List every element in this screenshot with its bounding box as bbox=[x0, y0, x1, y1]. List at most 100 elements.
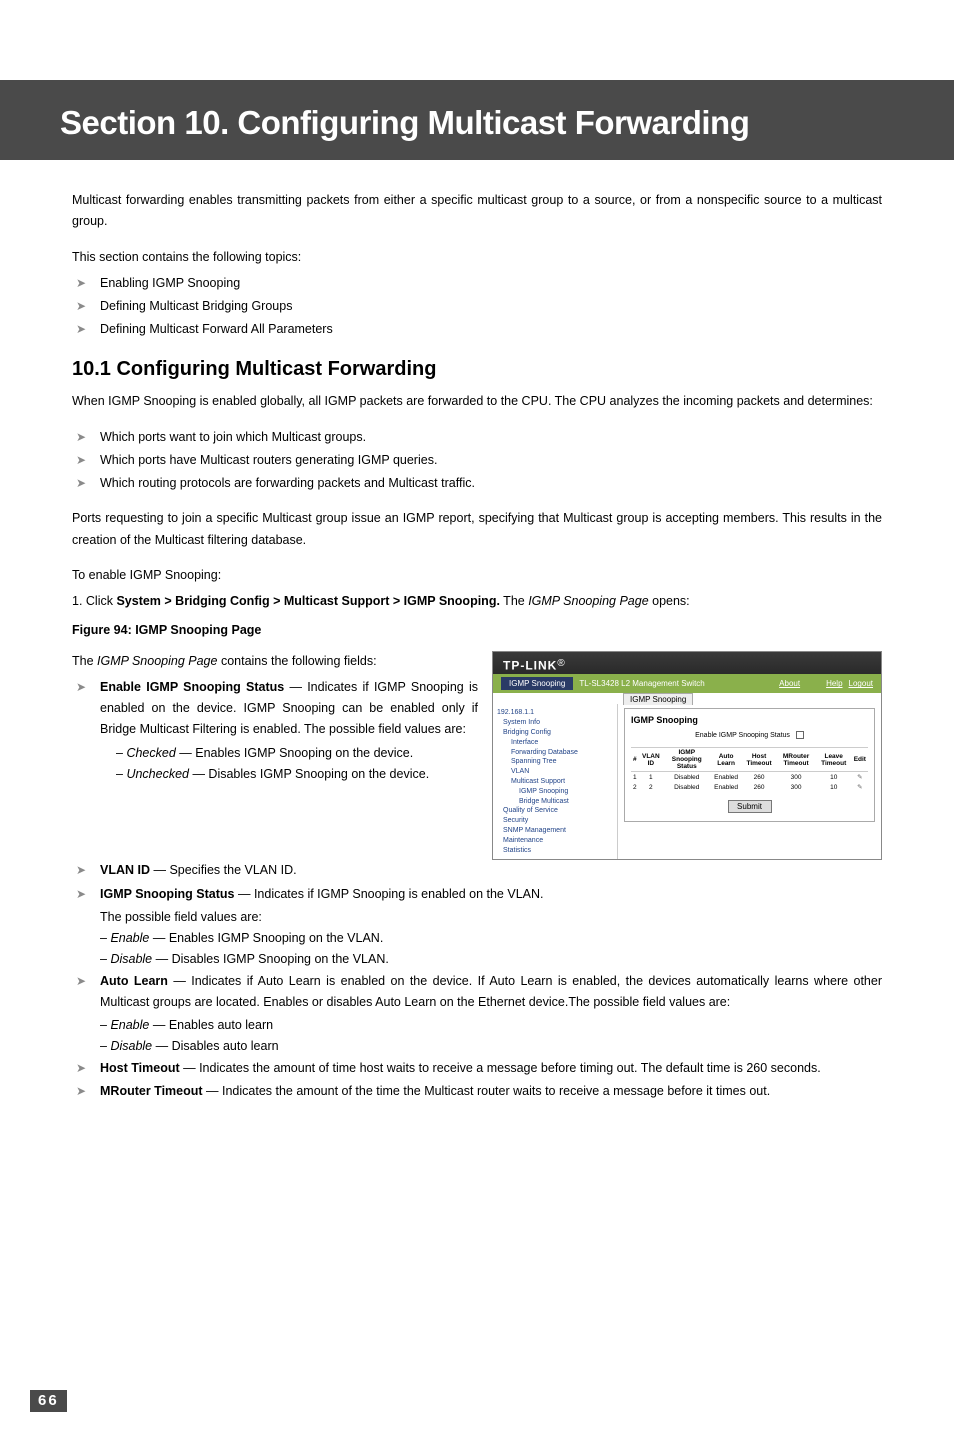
table-cell: Enabled bbox=[710, 772, 741, 783]
value-desc: — Disables IGMP Snooping on the device. bbox=[189, 767, 429, 781]
analyze-text: Which ports want to join which Multicast… bbox=[100, 427, 366, 448]
tree-node[interactable]: Bridge Multicast bbox=[497, 797, 613, 807]
tree-node[interactable]: IGMP Snooping bbox=[497, 787, 613, 797]
field-value-enable: – Enable — Enables auto learn bbox=[100, 1015, 882, 1036]
about-link[interactable]: About bbox=[779, 679, 800, 688]
tree-node[interactable]: Security bbox=[497, 816, 613, 826]
tree-node[interactable]: Statistics bbox=[497, 846, 613, 856]
field-auto-learn: ➤ Auto Learn — Indicates if Auto Learn i… bbox=[72, 971, 882, 1014]
bullet-icon: ➤ bbox=[76, 860, 90, 881]
bullet-icon: ➤ bbox=[76, 427, 90, 448]
snooping-table: #VLAN IDIGMP Snooping StatusAuto LearnHo… bbox=[631, 747, 868, 792]
tree-node[interactable]: Maintenance bbox=[497, 836, 613, 846]
table-cell: 10 bbox=[816, 782, 852, 792]
field-snooping-status: ➤ IGMP Snooping Status — Indicates if IG… bbox=[72, 884, 882, 905]
field-name: Auto Learn bbox=[100, 974, 168, 988]
table-header: VLAN ID bbox=[639, 748, 663, 772]
edit-icon[interactable]: ✎ bbox=[852, 782, 868, 792]
value-desc: — Enables IGMP Snooping on the device. bbox=[176, 746, 413, 760]
value-name: Disable bbox=[110, 952, 152, 966]
shot-header: TP-LINK® bbox=[493, 652, 881, 675]
step-text: 1. Click bbox=[72, 594, 116, 608]
value-desc: — Enables IGMP Snooping on the VLAN. bbox=[149, 931, 383, 945]
field-value-disable: – Disable — Disables IGMP Snooping on th… bbox=[100, 949, 882, 970]
table-cell: 1 bbox=[639, 772, 663, 783]
tree-node[interactable]: Spanning Tree bbox=[497, 757, 613, 767]
table-cell: Enabled bbox=[710, 782, 741, 792]
topic-text: Enabling IGMP Snooping bbox=[100, 273, 240, 294]
bullet-icon: ➤ bbox=[76, 971, 90, 1014]
edit-icon[interactable]: ✎ bbox=[852, 772, 868, 783]
field-name: VLAN ID bbox=[100, 863, 150, 877]
panel-heading: IGMP Snooping bbox=[631, 715, 868, 725]
shot-body: 192.168.1.1System InfoBridging ConfigInt… bbox=[493, 704, 881, 859]
tree-node[interactable]: Bridging Config bbox=[497, 728, 613, 738]
table-header: Auto Learn bbox=[710, 748, 741, 772]
tree-node[interactable]: Quality of Service bbox=[497, 806, 613, 816]
table-cell: Disabled bbox=[663, 782, 710, 792]
tree-node[interactable]: System Info bbox=[497, 718, 613, 728]
field-vlan-id: ➤ VLAN ID — Specifies the VLAN ID. bbox=[72, 860, 882, 881]
fields-column: The IGMP Snooping Page contains the foll… bbox=[72, 651, 478, 785]
field-enable-snooping: ➤ Enable IGMP Snooping Status — Indicate… bbox=[72, 677, 478, 741]
table-cell: 260 bbox=[742, 772, 777, 783]
enable-checkbox[interactable] bbox=[796, 731, 804, 739]
enable-checkbox-row: Enable IGMP Snooping Status bbox=[631, 731, 868, 739]
field-name: IGMP Snooping Status bbox=[100, 887, 235, 901]
tree-node[interactable]: SNMP Management bbox=[497, 826, 613, 836]
table-cell: 2 bbox=[631, 782, 639, 792]
intro-paragraph-2: This section contains the following topi… bbox=[72, 247, 882, 267]
table-header: Leave Timeout bbox=[816, 748, 852, 772]
bullet-icon: ➤ bbox=[76, 450, 90, 471]
bullet-icon: ➤ bbox=[76, 296, 90, 317]
field-desc: — Indicates the amount of time host wait… bbox=[180, 1061, 821, 1075]
logout-link[interactable]: Logout bbox=[849, 679, 873, 688]
field-host-timeout: ➤ Host Timeout — Indicates the amount of… bbox=[72, 1058, 882, 1079]
device-name: TL-SL3428 L2 Management Switch bbox=[579, 679, 773, 688]
list-item: ➤ Which ports want to join which Multicas… bbox=[72, 427, 882, 448]
submit-button[interactable]: Submit bbox=[728, 800, 772, 813]
step-text: opens: bbox=[649, 594, 690, 608]
fields-intro: The IGMP Snooping Page contains the foll… bbox=[72, 651, 478, 671]
list-item: ➤Which routing protocols are forwarding … bbox=[72, 473, 882, 494]
field-desc: — Indicates if IGMP Snooping is enabled … bbox=[235, 887, 544, 901]
field-sub-intro: The possible field values are: bbox=[100, 907, 882, 928]
topic-text: Defining Multicast Bridging Groups bbox=[100, 296, 292, 317]
field-value-enable: – Enable — Enables IGMP Snooping on the … bbox=[100, 928, 882, 949]
field-value-checked: – Checked — Enables IGMP Snooping on the… bbox=[116, 743, 478, 764]
analyze-text: Which ports have Multicast routers gener… bbox=[100, 450, 437, 471]
logo: TP-LINK bbox=[503, 658, 557, 672]
value-name: Enable bbox=[110, 1018, 149, 1032]
field-name: Host Timeout bbox=[100, 1061, 180, 1075]
table-cell: 300 bbox=[776, 782, 815, 792]
tree-node[interactable]: 192.168.1.1 bbox=[497, 708, 613, 718]
tree-node[interactable]: Forwarding Database bbox=[497, 748, 613, 758]
step-path: System > Bridging Config > Multicast Sup… bbox=[116, 594, 499, 608]
value-name: Disable bbox=[110, 1039, 152, 1053]
nav-tree[interactable]: 192.168.1.1System InfoBridging ConfigInt… bbox=[493, 704, 618, 859]
table-row: 22DisabledEnabled26030010✎ bbox=[631, 782, 868, 792]
ports-paragraph: Ports requesting to join a specific Mult… bbox=[72, 508, 882, 551]
value-name: Unchecked bbox=[126, 767, 189, 781]
page-name: IGMP Snooping Page bbox=[97, 654, 217, 668]
tree-node[interactable]: VLAN bbox=[497, 767, 613, 777]
checkbox-label: Enable IGMP Snooping Status bbox=[695, 732, 790, 739]
table-row: 11DisabledEnabled26030010✎ bbox=[631, 772, 868, 783]
two-column-layout: The IGMP Snooping Page contains the foll… bbox=[72, 651, 882, 861]
table-cell: 2 bbox=[639, 782, 663, 792]
topic-text: Defining Multicast Forward All Parameter… bbox=[100, 319, 333, 340]
step-page-name: IGMP Snooping Page bbox=[528, 594, 648, 608]
embedded-screenshot: TP-LINK® IGMP Snooping TL-SL3428 L2 Mana… bbox=[492, 651, 882, 861]
value-name: Checked bbox=[126, 746, 175, 760]
field-desc: — Indicates the amount of the time the M… bbox=[203, 1084, 771, 1098]
table-header: # bbox=[631, 748, 639, 772]
field-name: Enable IGMP Snooping Status bbox=[100, 680, 284, 694]
tree-node[interactable]: Interface bbox=[497, 738, 613, 748]
figure-caption: Figure 94: IGMP Snooping Page bbox=[72, 623, 882, 637]
help-link[interactable]: Help bbox=[826, 679, 842, 688]
bullet-icon: ➤ bbox=[76, 319, 90, 340]
enable-step: 1. Click System > Bridging Config > Mult… bbox=[72, 591, 882, 611]
table-cell: 1 bbox=[631, 772, 639, 783]
tree-node[interactable]: Multicast Support bbox=[497, 777, 613, 787]
bullet-icon: ➤ bbox=[76, 273, 90, 294]
